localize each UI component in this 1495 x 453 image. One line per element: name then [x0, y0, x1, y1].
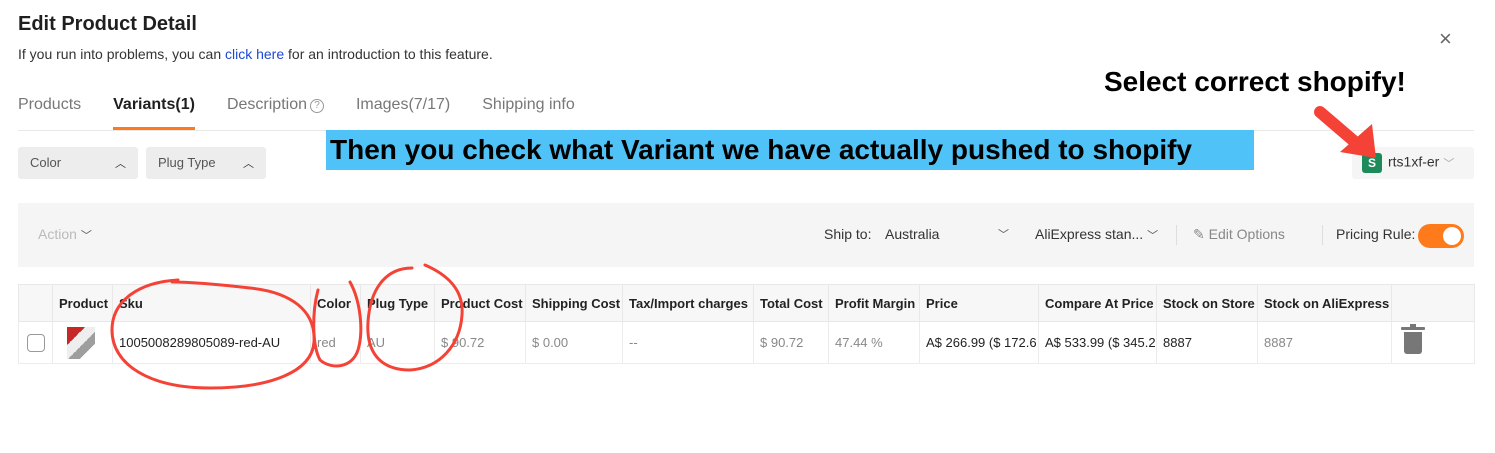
shopify-icon: S — [1362, 153, 1382, 173]
annotation-middle: Then you check what Variant we have actu… — [326, 130, 1254, 170]
help-icon: ? — [309, 99, 324, 113]
color-cell: red — [310, 321, 361, 364]
tab-products[interactable]: Products — [18, 92, 81, 130]
variant-toolbar: Action ﹀ Ship to: Australia ﹀ AliExpress s… — [18, 203, 1474, 267]
row-checkbox[interactable] — [27, 333, 45, 352]
table-header — [18, 284, 53, 322]
sku-cell: 1005008289805089-red-AU — [112, 321, 311, 364]
action-label: Action — [38, 226, 77, 242]
table-header: Price — [919, 284, 1039, 322]
edit-options-button[interactable]: ✎ Edit Options — [1193, 226, 1285, 243]
tab-images[interactable]: Images(7/17) — [356, 92, 450, 130]
tax-cell: -- — [622, 321, 754, 364]
shipping-cost-cell: $ 0.00 — [525, 321, 623, 364]
price-cell[interactable]: A$ 266.99 ($ 172.6 — [919, 321, 1039, 364]
tab-description[interactable]: Description? — [227, 92, 324, 130]
filter-plug-type[interactable]: Plug Type ︿ — [146, 147, 266, 179]
trash-icon[interactable] — [1401, 324, 1425, 354]
filter-plug-type-label: Plug Type — [158, 155, 216, 170]
chevron-down-icon: ﹀ — [1147, 230, 1159, 242]
product-cell — [52, 321, 113, 364]
action-dropdown[interactable]: Action ﹀ — [38, 226, 92, 243]
pencil-icon: ✎ — [1193, 226, 1205, 242]
table-header: Stock on Store — [1156, 284, 1258, 322]
profit-margin-cell: 47.44 % — [828, 321, 920, 364]
table-header: Compare At Price — [1038, 284, 1157, 322]
tab-variants[interactable]: Variants(1) — [113, 92, 195, 130]
table-header: Color — [310, 284, 361, 322]
product-cost-cell: $ 90.72 — [434, 321, 526, 364]
chevron-down-icon: ﹀ — [80, 230, 92, 242]
variants-table: Product Sku Color Plug Type Product Cost… — [18, 284, 1475, 364]
total-cost-cell: $ 90.72 — [753, 321, 829, 364]
filter-color[interactable]: Color ︿ — [18, 147, 138, 179]
table-header: Total Cost — [753, 284, 829, 322]
intro-link[interactable]: click here — [225, 46, 284, 62]
table-header: Plug Type — [360, 284, 435, 322]
shipping-method-select[interactable]: AliExpress stan... ﹀ — [1035, 226, 1158, 243]
table-header: Product — [52, 284, 113, 322]
table-header: Profit Margin — [828, 284, 920, 322]
close-icon[interactable]: × — [1439, 28, 1452, 50]
ship-to-label: Ship to: — [824, 226, 872, 242]
table-header: Tax/Import charges — [622, 284, 754, 322]
annotation-top: Select correct shopify! — [1104, 66, 1406, 97]
stock-store-cell[interactable]: 8887 — [1156, 321, 1258, 364]
tab-shipping-info[interactable]: Shipping info — [482, 92, 575, 130]
table-header: Product Cost — [434, 284, 526, 322]
ship-to-select[interactable]: Australia ﹀ — [885, 226, 1009, 242]
store-selector[interactable]: Srts1xf-er ﹀ — [1352, 147, 1474, 179]
plug-type-cell: AU — [360, 321, 435, 364]
stock-aliexpress-cell: 8887 — [1257, 321, 1392, 364]
compare-price-cell[interactable]: A$ 533.99 ($ 345.2 — [1038, 321, 1157, 364]
pricing-rule-toggle[interactable] — [1418, 224, 1464, 248]
intro-text: If you run into problems, you can click … — [18, 46, 493, 62]
store-name: rts1xf-er — [1388, 153, 1440, 170]
chevron-up-icon: ︿ — [243, 158, 254, 170]
chevron-down-icon: ﹀ — [1443, 157, 1455, 170]
row-select-cell — [18, 321, 53, 364]
table-header — [1391, 284, 1475, 322]
chevron-up-icon: ︿ — [115, 158, 126, 170]
divider — [1176, 225, 1177, 245]
table-header-row: Product Sku Color Plug Type Product Cost… — [18, 284, 1475, 322]
table-header: Stock on AliExpress — [1257, 284, 1392, 322]
delete-cell — [1391, 321, 1475, 364]
tab-bar: Products Variants(1) Description? Images… — [18, 92, 607, 130]
table-header: Sku — [112, 284, 311, 322]
intro-after: for an introduction to this feature. — [284, 46, 493, 62]
ship-to-value: Australia — [885, 226, 940, 242]
table-row: 1005008289805089-red-AU red AU $ 90.72 $… — [18, 321, 1475, 364]
pricing-rule-label: Pricing Rule: — [1336, 226, 1416, 242]
product-thumbnail[interactable] — [67, 326, 95, 359]
intro-before: If you run into problems, you can — [18, 46, 225, 62]
filter-color-label: Color — [30, 155, 62, 170]
shipping-method-value: AliExpress stan... — [1035, 226, 1144, 242]
table-header: Shipping Cost — [525, 284, 623, 322]
edit-options-label: Edit Options — [1208, 226, 1285, 242]
divider — [1322, 225, 1323, 245]
chevron-down-icon: ﹀ — [998, 229, 1009, 241]
page-title: Edit Product Detail — [18, 13, 197, 35]
tab-description-label: Description — [226, 96, 307, 113]
